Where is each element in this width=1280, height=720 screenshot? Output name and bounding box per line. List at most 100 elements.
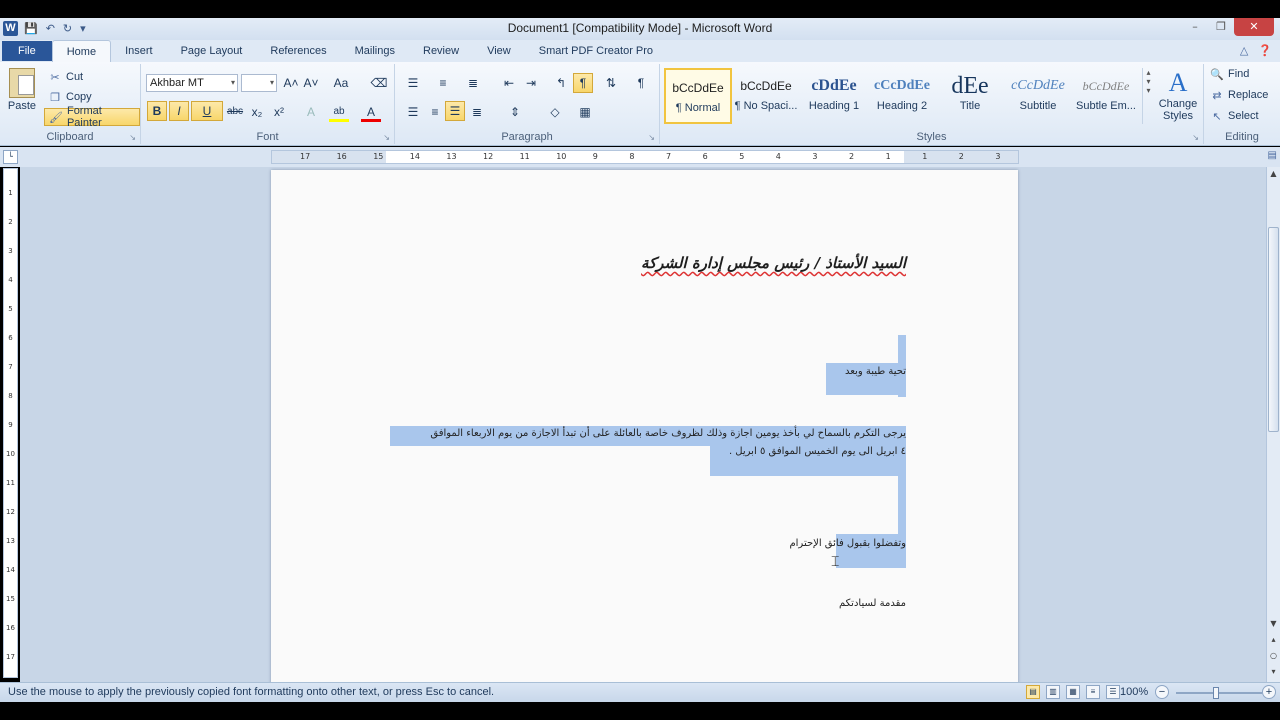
copy-button[interactable]: ❐ Copy [44, 88, 96, 106]
underline-button[interactable]: U [191, 101, 223, 121]
vertical-scrollbar[interactable]: ▲ ▼ ▴ ○ ▾ [1266, 167, 1280, 682]
document-page[interactable]: السيد الأستاذ / رئيس مجلس إدارة الشركة ت… [271, 170, 1018, 682]
replace-button[interactable]: ⇄ Replace [1210, 89, 1268, 102]
style-name: Title [959, 100, 981, 112]
scroll-down-icon[interactable]: ▼ [1267, 619, 1280, 628]
tab-review[interactable]: Review [409, 40, 473, 62]
style-heading-2[interactable]: cCcDdEe Heading 2 [868, 68, 936, 124]
change-styles-button[interactable]: A Change Styles [1156, 68, 1200, 122]
justify-icon[interactable]: ≣ [467, 102, 487, 122]
help-icon[interactable]: ❓ [1258, 44, 1272, 57]
signature-text[interactable]: مقدمة لسيادتكم [839, 598, 906, 609]
bullets-icon[interactable]: ☰ [403, 73, 423, 93]
minimize-ribbon-icon[interactable]: △ [1240, 44, 1248, 57]
scissors-icon: ✂ [50, 71, 60, 84]
browse-object-icon[interactable]: ○ [1267, 651, 1280, 660]
dialog-launcher-icon[interactable]: ↘ [383, 133, 390, 142]
full-screen-reading-icon[interactable]: ▥ [1046, 685, 1060, 699]
find-button[interactable]: 🔍 Find [1210, 68, 1249, 81]
superscript-button[interactable]: x² [269, 102, 289, 122]
ltr-direction-icon[interactable]: ↰ [551, 73, 571, 93]
tab-home[interactable]: Home [51, 40, 112, 62]
increase-indent-icon[interactable]: ⇥ [521, 73, 541, 93]
body-line-2[interactable]: ٤ ابريل الى يوم الخميس الموافق ٥ ابريل . [729, 446, 906, 457]
print-layout-icon[interactable]: ▤ [1026, 685, 1040, 699]
select-button[interactable]: ↖ Select [1210, 110, 1258, 123]
previous-page-icon[interactable]: ▴ [1267, 635, 1280, 644]
format-painter-button[interactable]: 🖌 Format Painter [44, 105, 140, 129]
subscript-button[interactable]: x₂ [247, 102, 267, 122]
highlight-button[interactable]: ab [329, 102, 349, 122]
letter-heading[interactable]: السيد الأستاذ / رئيس مجلس إدارة الشركة [641, 254, 906, 272]
horizontal-ruler[interactable]: 17 16 15 14 13 12 11 10 9 8 7 6 5 4 3 2 1 1 2 3 [271, 150, 1019, 164]
font-group-label: Font [256, 131, 279, 143]
zoom-in-icon[interactable]: + [1262, 685, 1276, 699]
dialog-launcher-icon[interactable]: ↘ [648, 133, 655, 142]
vertical-ruler[interactable]: 1 2 3 4 5 6 7 8 9 10 11 12 13 14 15 16 17 [3, 168, 18, 678]
italic-button[interactable]: I [169, 101, 189, 121]
align-right-icon[interactable]: ☰ [445, 101, 465, 121]
greeting-text[interactable]: تحية طيبة وبعد [845, 366, 906, 377]
style-normal[interactable]: bCcDdEe ¶ Normal [664, 68, 732, 124]
style-title[interactable]: dEe Title [936, 68, 1004, 124]
web-layout-icon[interactable]: ▦ [1066, 685, 1080, 699]
show-marks-button[interactable]: ¶ [631, 73, 651, 93]
rtl-direction-icon[interactable]: ¶ [573, 73, 593, 93]
closing-text[interactable]: وتفضلوا بقبول فائق الإحترام [789, 538, 906, 549]
borders-icon[interactable]: ▦ [575, 102, 595, 122]
close-icon[interactable]: ✕ [1234, 18, 1274, 36]
dialog-launcher-icon[interactable]: ↘ [1192, 133, 1199, 142]
tab-smart-pdf[interactable]: Smart PDF Creator Pro [525, 40, 667, 62]
align-left-icon[interactable]: ☰ [403, 102, 423, 122]
grow-font-button[interactable]: A˄ [281, 73, 301, 93]
zoom-slider-thumb[interactable] [1213, 687, 1219, 699]
tab-selector-icon[interactable]: └ [3, 150, 18, 164]
paste-button[interactable]: Paste [6, 68, 38, 112]
clear-formatting-icon[interactable]: ⌫ [369, 73, 389, 93]
scroll-up-icon[interactable]: ▲ [1267, 169, 1280, 178]
styles-gallery-scroll[interactable]: ▴ ▾ ▾ [1142, 68, 1154, 124]
bold-button[interactable]: B [147, 101, 167, 121]
scrollbar-thumb[interactable] [1268, 227, 1279, 432]
outline-icon[interactable]: ≡ [1086, 685, 1100, 699]
draft-icon[interactable]: ☰ [1106, 685, 1120, 699]
shrink-font-button[interactable]: A˅ [301, 73, 321, 93]
next-page-icon[interactable]: ▾ [1267, 667, 1280, 676]
tab-page-layout[interactable]: Page Layout [167, 40, 257, 62]
tab-mailings[interactable]: Mailings [341, 40, 409, 62]
strikethrough-button[interactable]: abc [225, 102, 245, 122]
cut-button[interactable]: ✂ Cut [44, 68, 87, 86]
font-family-select[interactable]: Akhbar MT ▾ [146, 74, 238, 92]
style-no-spacing[interactable]: bCcDdEe ¶ No Spaci... [732, 68, 800, 124]
tab-view[interactable]: View [473, 40, 525, 62]
font-color-button[interactable]: A [361, 102, 381, 122]
change-styles-label: Change Styles [1158, 98, 1198, 122]
align-center-icon[interactable]: ≡ [425, 102, 445, 122]
zoom-level[interactable]: 100% [1120, 686, 1148, 698]
view-ruler-icon[interactable]: ▤ [1268, 150, 1277, 161]
change-case-button[interactable]: Aa [331, 73, 351, 93]
tab-file[interactable]: File [2, 41, 52, 61]
minimize-icon[interactable]: – [1182, 18, 1208, 36]
restore-icon[interactable]: ❐ [1208, 18, 1234, 36]
style-subtle-emphasis[interactable]: bCcDdEe Subtle Em... [1072, 68, 1140, 124]
tab-references[interactable]: References [256, 40, 340, 62]
font-size-select[interactable]: ▾ [241, 74, 277, 92]
tab-insert[interactable]: Insert [111, 40, 167, 62]
body-line-1[interactable]: يرجى التكرم بالسماح لي بأخذ يومين اجازة … [430, 428, 906, 439]
style-heading-1[interactable]: cDdEe Heading 1 [800, 68, 868, 124]
ruler-number: 11 [519, 152, 530, 161]
zoom-out-icon[interactable]: − [1155, 685, 1169, 699]
multilevel-list-icon[interactable]: ≣ [463, 73, 483, 93]
shading-icon[interactable]: ◇ [545, 102, 565, 122]
cut-label: Cut [66, 71, 84, 83]
style-subtitle[interactable]: cCcDdEe Subtitle [1004, 68, 1072, 124]
zoom-slider[interactable] [1176, 692, 1262, 694]
document-canvas: السيد الأستاذ / رئيس مجلس إدارة الشركة ت… [20, 167, 1266, 682]
sort-icon[interactable]: ⇅ [601, 73, 621, 93]
decrease-indent-icon[interactable]: ⇤ [499, 73, 519, 93]
line-spacing-icon[interactable]: ⇕ [505, 102, 525, 122]
dialog-launcher-icon[interactable]: ↘ [129, 133, 136, 142]
text-effects-icon[interactable]: A [301, 102, 321, 122]
numbering-icon[interactable]: ≡ [433, 73, 453, 93]
